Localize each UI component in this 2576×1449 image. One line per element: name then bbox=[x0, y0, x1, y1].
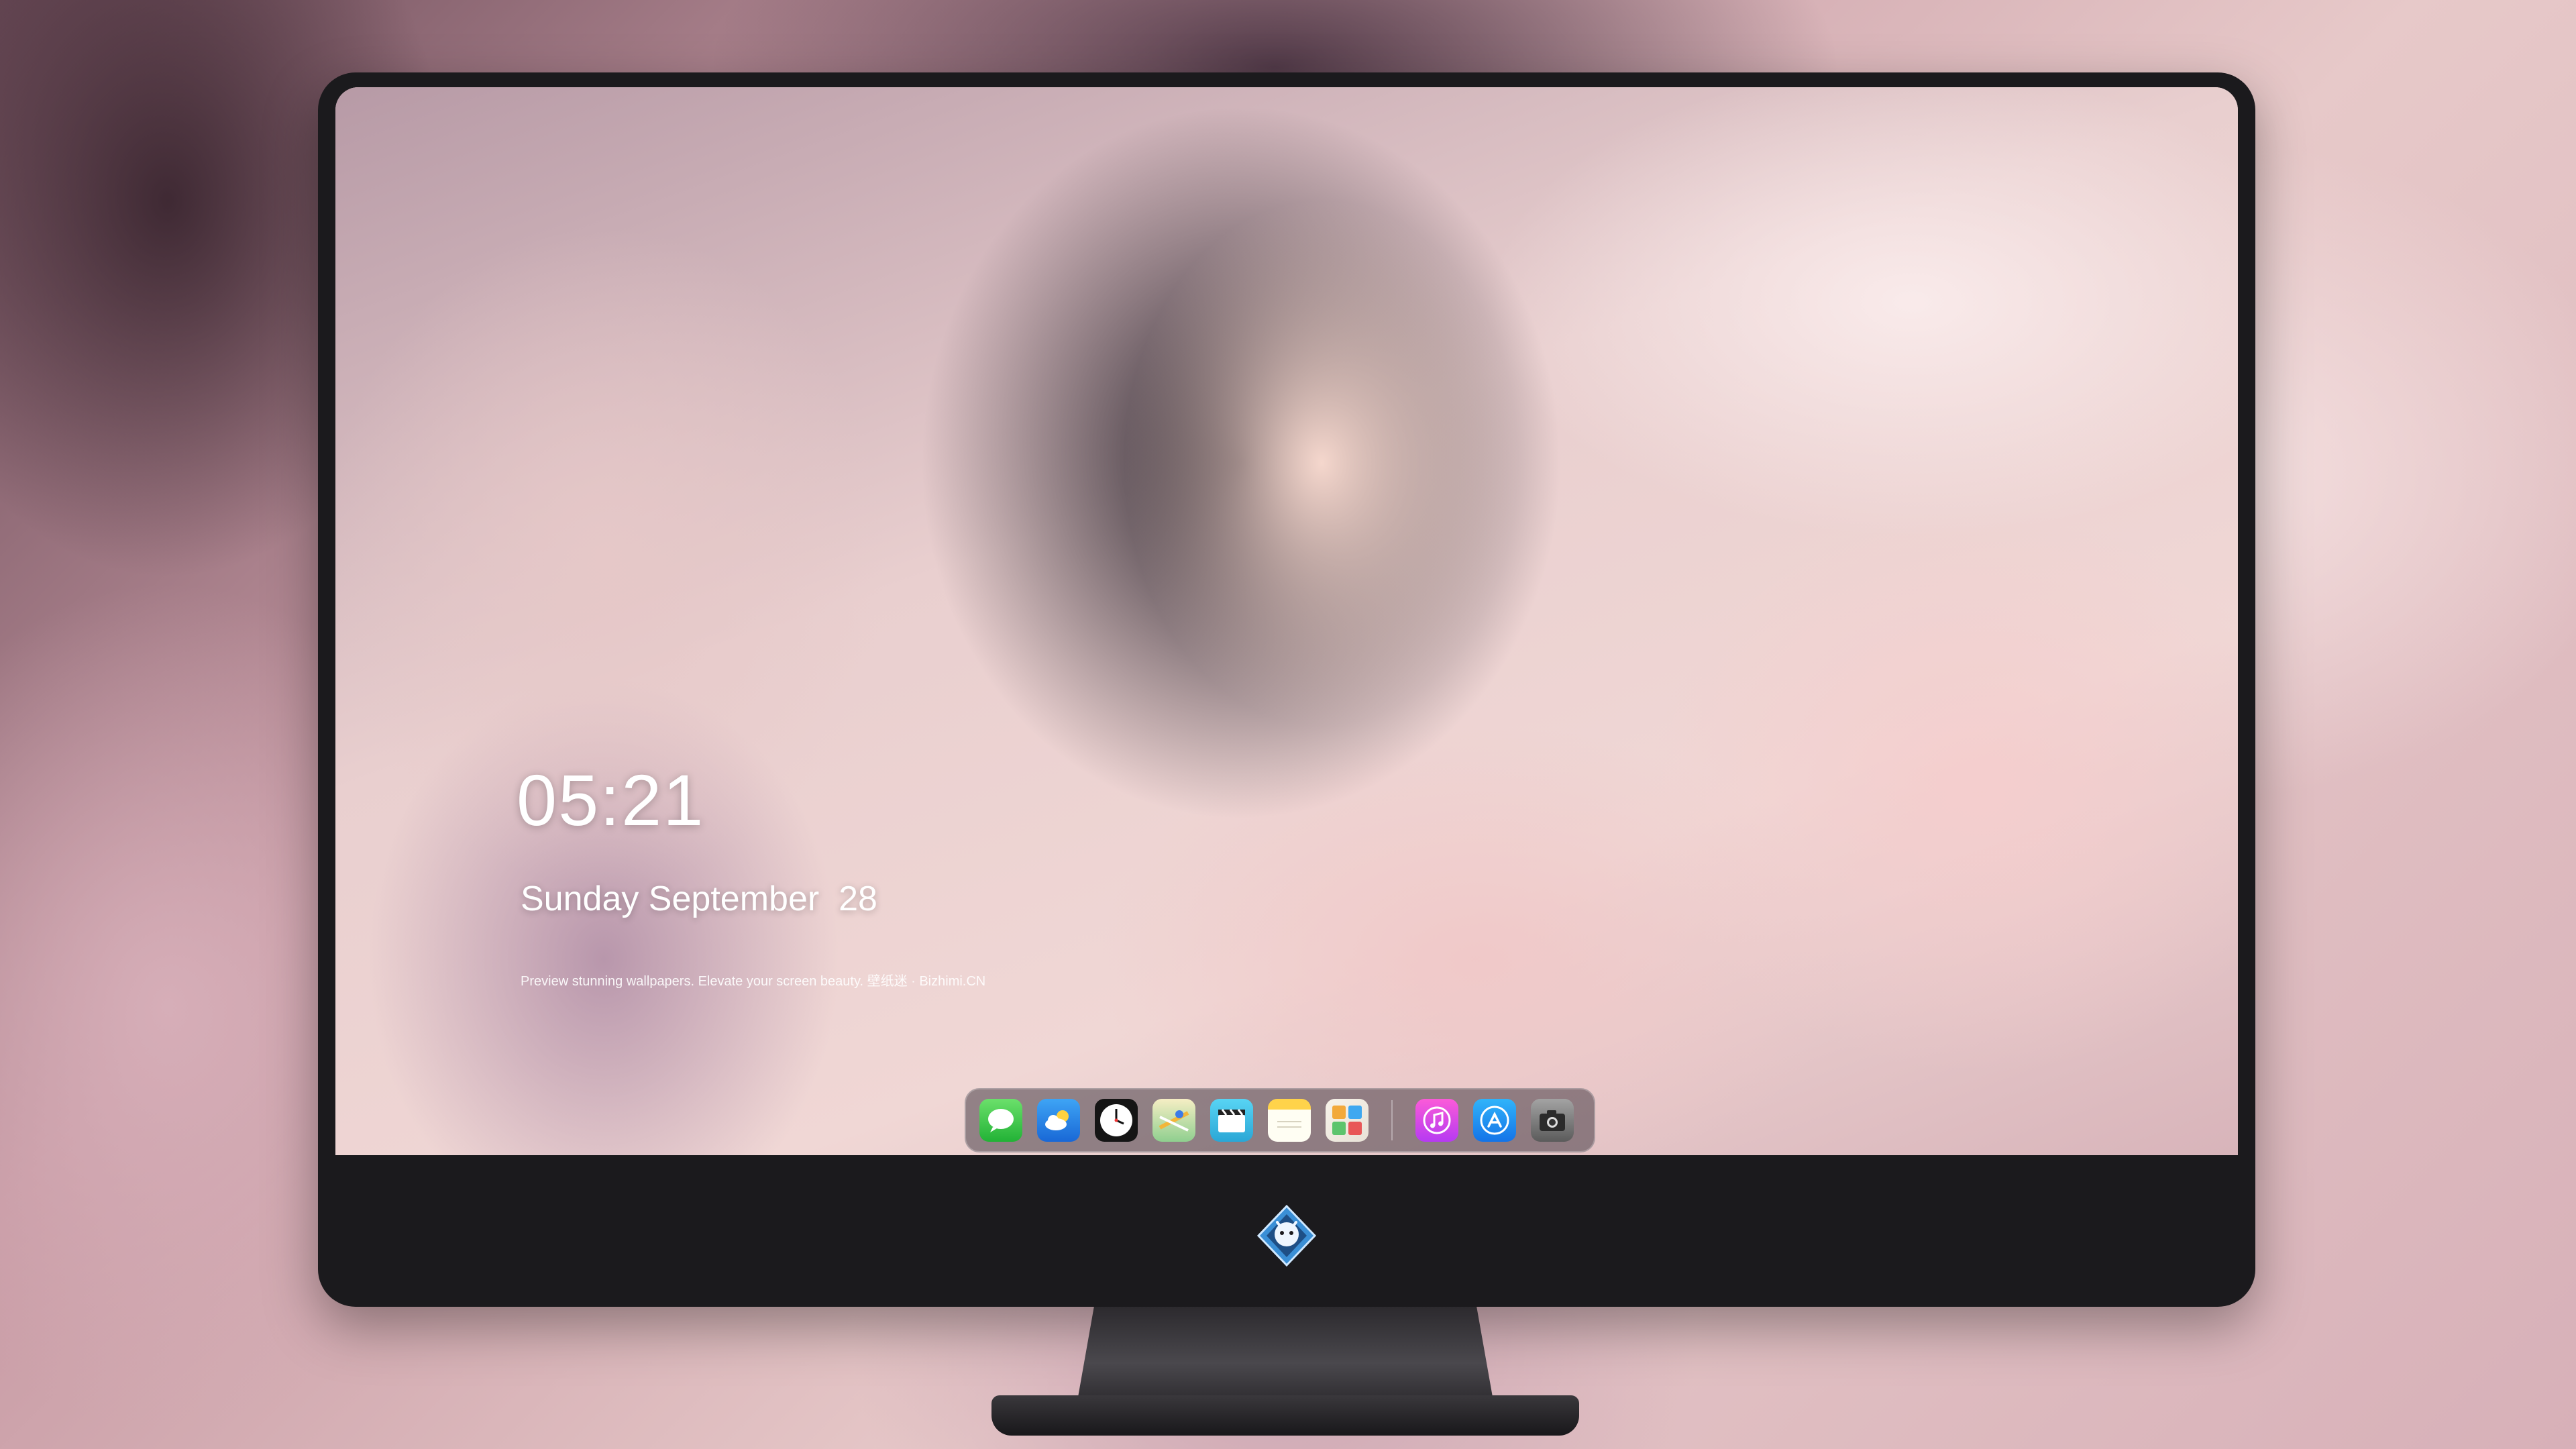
dock bbox=[965, 1088, 1595, 1152]
wallpaper-tagline: Preview stunning wallpapers. Elevate you… bbox=[521, 974, 986, 989]
clock-time: 05:21 bbox=[517, 759, 705, 841]
notes-icon[interactable] bbox=[1268, 1099, 1311, 1142]
photos-icon[interactable] bbox=[1326, 1099, 1368, 1142]
music-icon[interactable] bbox=[1415, 1099, 1458, 1142]
monitor: 05:21 Sunday September 28 Preview stunni… bbox=[318, 72, 2255, 1307]
dragon-mascot-logo bbox=[1256, 1204, 1317, 1267]
clock-date: Sunday September 28 bbox=[521, 879, 877, 918]
monitor-stand-base bbox=[991, 1395, 1579, 1436]
clips-icon[interactable] bbox=[1210, 1099, 1253, 1142]
wallpaper bbox=[335, 87, 2238, 1155]
monitor-stand-neck bbox=[1077, 1307, 1493, 1401]
app-store-icon[interactable] bbox=[1473, 1099, 1516, 1142]
monitor-screen: 05:21 Sunday September 28 Preview stunni… bbox=[335, 87, 2238, 1155]
messages-icon[interactable] bbox=[979, 1099, 1022, 1142]
weather-icon[interactable] bbox=[1037, 1099, 1080, 1142]
dock-separator bbox=[1391, 1100, 1393, 1140]
desktop-scene: 05:21 Sunday September 28 Preview stunni… bbox=[0, 0, 2576, 1449]
clock-icon[interactable] bbox=[1095, 1099, 1138, 1142]
camera-icon[interactable] bbox=[1531, 1099, 1574, 1142]
maps-icon[interactable] bbox=[1152, 1099, 1195, 1142]
